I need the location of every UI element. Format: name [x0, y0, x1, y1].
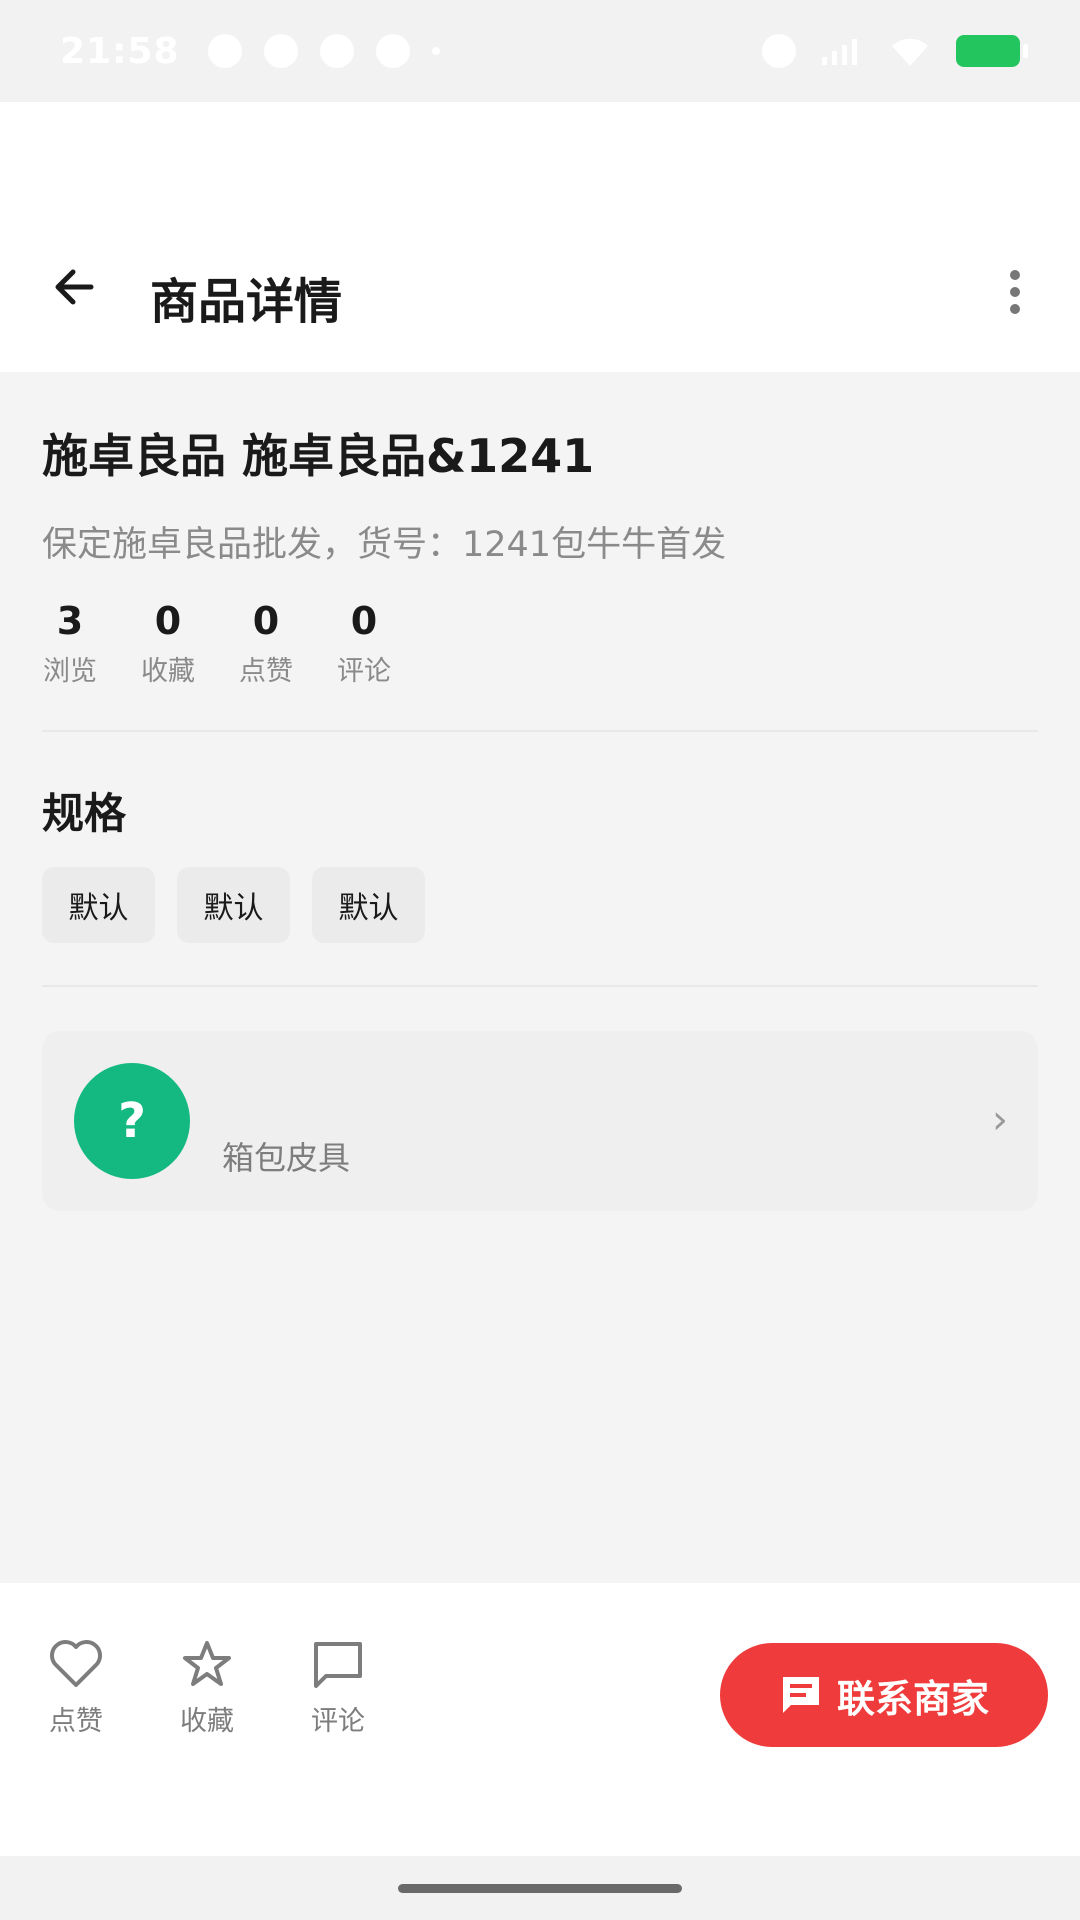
category-question-icon: ?: [74, 1062, 190, 1179]
spec-title: 规格: [42, 788, 127, 838]
chevron-right-icon: ›: [992, 1096, 1008, 1143]
messenger-icon: [207, 34, 242, 68]
heart-icon: [50, 1640, 102, 1687]
divider: [42, 729, 1038, 732]
favorite-button[interactable]: 收藏: [157, 1639, 257, 1738]
product-stats: 3 浏览 0 收藏 0 点赞 0 评论: [42, 599, 1038, 688]
stat-views: 3 浏览: [43, 599, 97, 687]
facebook-icon: [263, 34, 298, 68]
status-time: 21:58: [60, 30, 180, 72]
app-notification-icon: [375, 34, 410, 68]
app-header: 商品详情: [0, 102, 1080, 372]
like-button[interactable]: 点赞: [26, 1639, 126, 1738]
category-name: 箱包皮具: [222, 1138, 351, 1177]
contact-merchant-label: 联系商家: [836, 1676, 989, 1721]
app-notification-icon: [319, 34, 354, 68]
contact-merchant-button[interactable]: 联系商家: [720, 1643, 1048, 1747]
divider: [42, 984, 1038, 987]
stat-likes: 0 点赞: [239, 599, 293, 687]
more-options-button[interactable]: [990, 262, 1040, 322]
product-content: 施卓良品 施卓良品&1241 保定施卓良品批发，货号：1241包牛牛首发 3 浏…: [42, 372, 1038, 1211]
spec-option[interactable]: 默认: [42, 866, 155, 943]
system-nav-bar: [0, 1856, 1080, 1920]
system-icons: [762, 34, 1028, 68]
signal-icon: [822, 39, 857, 65]
comment-button[interactable]: 评论: [288, 1639, 388, 1738]
category-card[interactable]: ? 箱包皮具 ›: [42, 1030, 1038, 1211]
more-notifications-icon: [431, 47, 440, 55]
stat-comments: 0 评论: [337, 599, 391, 687]
comment-icon: [314, 1642, 362, 1688]
spec-option[interactable]: 默认: [312, 866, 425, 943]
product-title: 施卓良品 施卓良品&1241: [42, 429, 595, 483]
back-button[interactable]: [44, 257, 104, 317]
spec-option[interactable]: 默认: [177, 866, 290, 943]
star-icon: [183, 1641, 231, 1686]
product-description: 保定施卓良品批发，货号：1241包牛牛首发: [42, 525, 727, 565]
stat-favorites: 0 收藏: [141, 599, 195, 687]
page-title: 商品详情: [150, 274, 343, 330]
arrow-left-icon: [55, 269, 94, 305]
battery-icon: [956, 35, 1028, 67]
home-indicator[interactable]: [398, 1884, 682, 1893]
chat-icon: [782, 1677, 819, 1713]
bottom-action-bar: 点赞 收藏 评论 联系商家: [0, 1583, 1080, 1856]
dnd-icon: [762, 34, 796, 68]
notification-icons: [207, 34, 440, 68]
wifi-icon: [892, 38, 928, 66]
more-vertical-icon: [1010, 270, 1020, 280]
status-bar: 21:58: [0, 0, 1080, 102]
spec-options: 默认 默认 默认: [42, 866, 1038, 943]
